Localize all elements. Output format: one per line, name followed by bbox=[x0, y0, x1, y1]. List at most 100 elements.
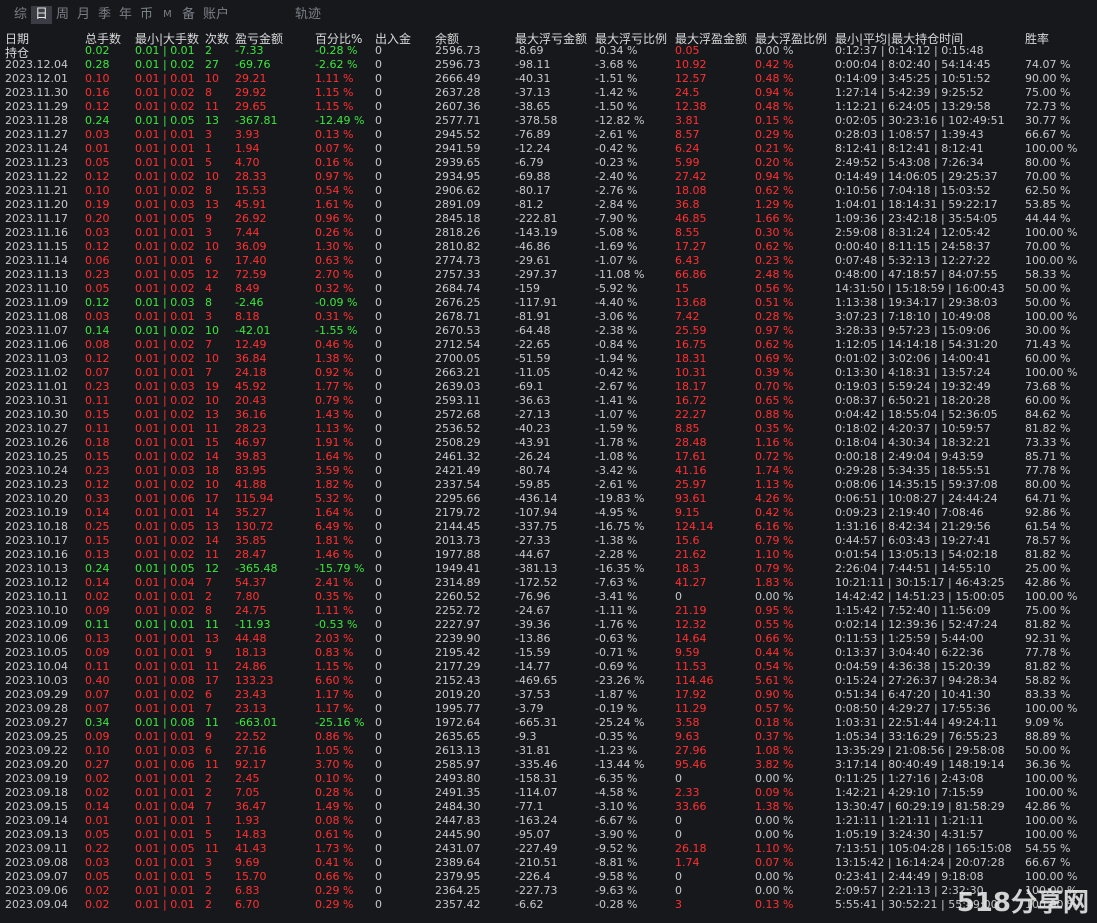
cell-pct: 1.15 % bbox=[315, 100, 354, 113]
cell-total-lots: 0.11 bbox=[85, 422, 110, 435]
table-row: 2023.10.03 0.40 0.01 | 0.08 17 133.23 6.60 % 0… bbox=[0, 674, 1097, 688]
cell-max-float-profit-pct: 0.00 % bbox=[755, 590, 794, 603]
cell-date: 2023.09.22 bbox=[5, 744, 68, 757]
tab-6[interactable]: 币 bbox=[136, 6, 157, 24]
tab-1[interactable]: 日 bbox=[31, 6, 52, 24]
cell-pct: 6.60 % bbox=[315, 674, 354, 687]
tab-10[interactable]: 轨迹 bbox=[291, 6, 325, 24]
tab-0[interactable]: 综 bbox=[10, 6, 31, 24]
cell-winrate: 100.00 % bbox=[1025, 226, 1078, 239]
cell-balance: 2260.52 bbox=[435, 590, 481, 603]
cell-max-float-loss: -436.14 bbox=[515, 492, 558, 505]
cell-hold-time: 0:18:04 | 4:30:34 | 18:32:21 bbox=[835, 436, 991, 449]
cell-pct: 5.32 % bbox=[315, 492, 354, 505]
cell-count: 14 bbox=[205, 506, 219, 519]
cell-pct: 1.17 % bbox=[315, 688, 354, 701]
cell-hold-time: 2:49:52 | 5:43:08 | 7:26:34 bbox=[835, 156, 984, 169]
cell-max-float-loss-pct: -3.06 % bbox=[595, 310, 638, 323]
cell-total-lots: 0.14 bbox=[85, 324, 110, 337]
tab-8[interactable]: 备 bbox=[178, 6, 199, 24]
cell-pnl: 45.91 bbox=[235, 198, 267, 211]
cell-max-float-loss-pct: -1.07 % bbox=[595, 254, 638, 267]
tab-2[interactable]: 周 bbox=[52, 6, 73, 24]
cell-pnl: 36.16 bbox=[235, 408, 267, 421]
cell-winrate: 54.55 % bbox=[1025, 842, 1071, 855]
cell-max-float-loss: -31.81 bbox=[515, 744, 551, 757]
cell-count: 2 bbox=[205, 772, 212, 785]
cell-max-float-profit: 17.61 bbox=[675, 450, 707, 463]
cell-balance: 2637.28 bbox=[435, 86, 481, 99]
tab-5[interactable]: 年 bbox=[115, 6, 136, 24]
cell-count: 6 bbox=[205, 688, 212, 701]
cell-io: 0 bbox=[375, 744, 382, 757]
cell-count: 4 bbox=[205, 282, 212, 295]
cell-pct: 0.10 % bbox=[315, 772, 354, 785]
cell-max-float-profit: 0 bbox=[675, 884, 682, 897]
cell-io: 0 bbox=[375, 380, 382, 393]
cell-pnl: 7.80 bbox=[235, 590, 260, 603]
cell-min-max-lots: 0.01 | 0.01 bbox=[135, 366, 195, 379]
cell-total-lots: 0.09 bbox=[85, 646, 110, 659]
cell-max-float-profit-pct: 0.09 % bbox=[755, 786, 794, 799]
cell-min-max-lots: 0.01 | 0.01 bbox=[135, 254, 195, 267]
table-row: 2023.11.02 0.07 0.01 | 0.01 7 24.18 0.92 % 0 26… bbox=[0, 366, 1097, 380]
cell-winrate: 62.50 % bbox=[1025, 184, 1071, 197]
cell-max-float-profit: 66.86 bbox=[675, 268, 707, 281]
cell-io: 0 bbox=[375, 814, 382, 827]
cell-date: 2023.09.13 bbox=[5, 828, 68, 841]
cell-total-lots: 0.05 bbox=[85, 156, 110, 169]
cell-max-float-profit-pct: 0.00 % bbox=[755, 814, 794, 827]
cell-max-float-loss-pct: -2.76 % bbox=[595, 184, 638, 197]
cell-pnl: 54.37 bbox=[235, 576, 267, 589]
cell-hold-time: 1:42:21 | 4:29:10 | 7:15:59 bbox=[835, 786, 984, 799]
cell-io: 0 bbox=[375, 268, 382, 281]
cell-max-float-profit-pct: 0.39 % bbox=[755, 366, 794, 379]
cell-max-float-profit: 12.38 bbox=[675, 100, 707, 113]
cell-max-float-profit: 25.97 bbox=[675, 478, 707, 491]
cell-total-lots: 0.09 bbox=[85, 604, 110, 617]
cell-pct: 1.46 % bbox=[315, 548, 354, 561]
cell-max-float-profit: 0 bbox=[675, 828, 682, 841]
cell-balance: 2295.66 bbox=[435, 492, 481, 505]
cell-balance: 1972.64 bbox=[435, 716, 481, 729]
cell-balance: 1977.88 bbox=[435, 548, 481, 561]
cell-max-float-loss-pct: -0.23 % bbox=[595, 156, 638, 169]
table-row: 2023.10.19 0.14 0.01 | 0.01 14 35.27 1.64 % 0 2… bbox=[0, 506, 1097, 520]
table-row: 2023.11.30 0.16 0.01 | 0.02 8 29.92 1.15 % 0 26… bbox=[0, 86, 1097, 100]
tab-7[interactable]: M bbox=[157, 6, 178, 24]
cell-balance: 2670.53 bbox=[435, 324, 481, 337]
cell-hold-time: 0:19:03 | 5:59:24 | 19:32:49 bbox=[835, 380, 991, 393]
cell-pnl: 29.92 bbox=[235, 86, 267, 99]
cell-pnl: 1.94 bbox=[235, 142, 260, 155]
cell-max-float-loss: -39.36 bbox=[515, 618, 551, 631]
cell-winrate: 64.71 % bbox=[1025, 492, 1071, 505]
cell-min-max-lots: 0.01 | 0.01 bbox=[135, 702, 195, 715]
tab-9[interactable]: 账户 bbox=[199, 6, 233, 24]
table-row: 2023.11.08 0.03 0.01 | 0.01 3 8.18 0.31 % 0 267… bbox=[0, 310, 1097, 324]
cell-max-float-profit: 28.48 bbox=[675, 436, 707, 449]
cell-total-lots: 0.27 bbox=[85, 758, 110, 771]
cell-hold-time: 0:04:42 | 18:55:04 | 52:36:05 bbox=[835, 408, 998, 421]
cell-max-float-profit-pct: 0.00 % bbox=[755, 884, 794, 897]
cell-balance: 2810.82 bbox=[435, 240, 481, 253]
cell-max-float-profit: 0 bbox=[675, 772, 682, 785]
cell-min-max-lots: 0.01 | 0.03 bbox=[135, 198, 195, 211]
cell-max-float-loss: -13.86 bbox=[515, 632, 551, 645]
cell-pct: 0.96 % bbox=[315, 212, 354, 225]
cell-io: 0 bbox=[375, 562, 382, 575]
cell-max-float-profit: 16.75 bbox=[675, 338, 707, 351]
cell-balance: 2239.90 bbox=[435, 632, 481, 645]
cell-max-float-loss-pct: -7.63 % bbox=[595, 576, 638, 589]
cell-max-float-profit: 8.55 bbox=[675, 226, 700, 239]
cell-max-float-loss-pct: -2.67 % bbox=[595, 380, 638, 393]
cell-winrate: 90.00 % bbox=[1025, 72, 1071, 85]
cell-max-float-profit-pct: 0.62 % bbox=[755, 240, 794, 253]
tab-4[interactable]: 季 bbox=[94, 6, 115, 24]
tab-3[interactable]: 月 bbox=[73, 6, 94, 24]
cell-hold-time: 2:59:08 | 8:31:24 | 12:05:42 bbox=[835, 226, 991, 239]
cell-pct: 1.49 % bbox=[315, 800, 354, 813]
cell-hold-time: 0:08:37 | 6:50:21 | 18:20:28 bbox=[835, 394, 991, 407]
table-row: 2023.09.20 0.27 0.01 | 0.06 11 92.17 3.70 % 0 2… bbox=[0, 758, 1097, 772]
cell-max-float-loss-pct: -1.69 % bbox=[595, 240, 638, 253]
cell-hold-time: 1:05:34 | 33:16:29 | 76:55:23 bbox=[835, 730, 998, 743]
